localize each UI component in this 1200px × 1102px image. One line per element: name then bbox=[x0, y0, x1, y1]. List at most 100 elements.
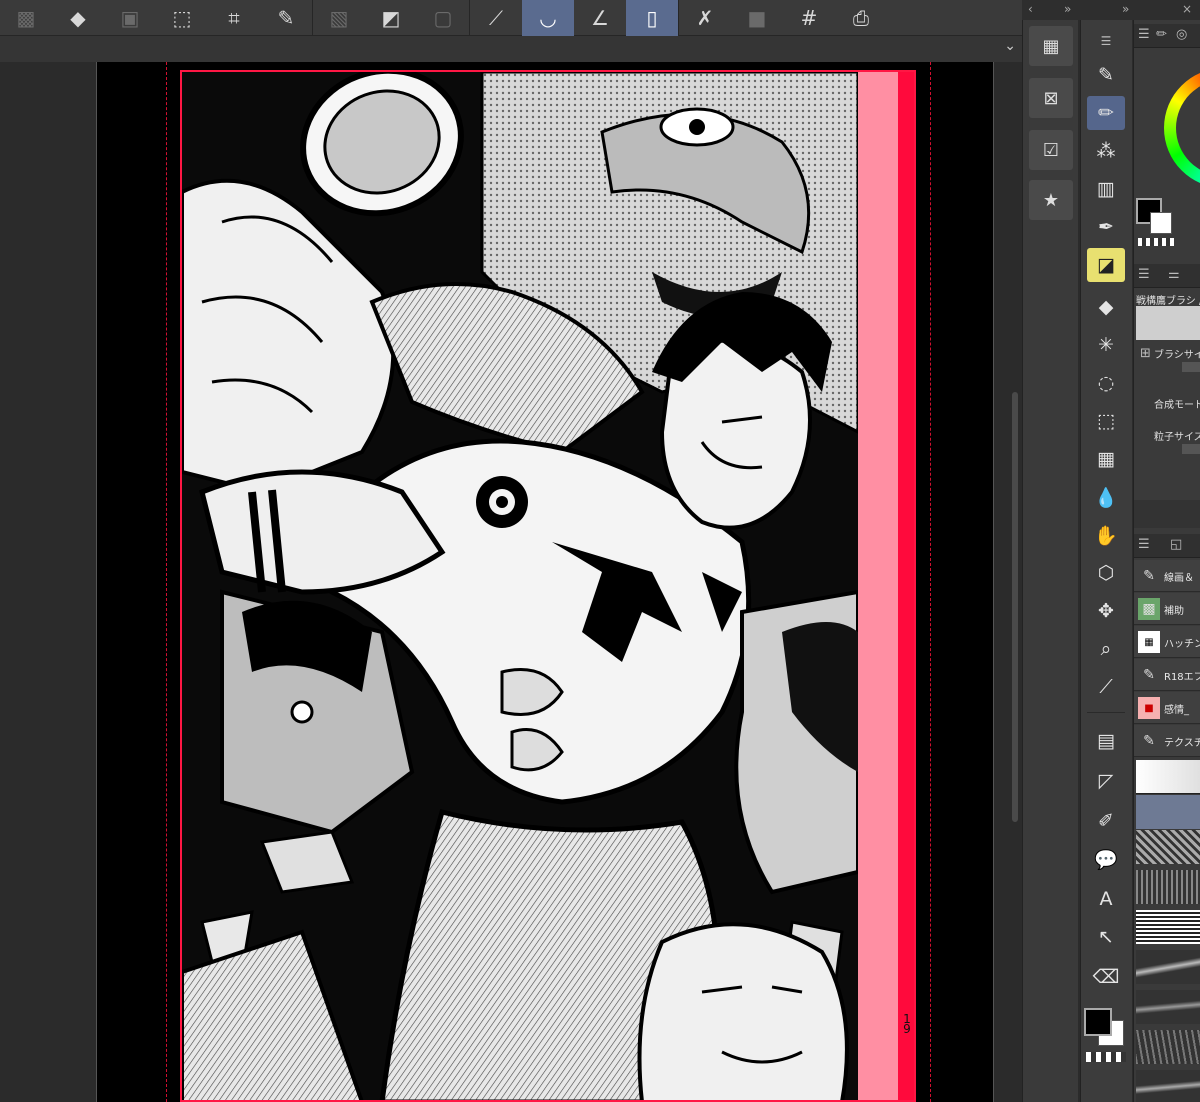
layer-row[interactable]: ✎ R18エフ bbox=[1134, 659, 1200, 691]
zoom-icon[interactable]: ⌕ bbox=[1087, 632, 1125, 666]
eraser-icon[interactable]: ⌫ bbox=[1087, 960, 1125, 994]
grid-icon[interactable]: # bbox=[783, 0, 835, 36]
layer-row[interactable]: ■ 感情_ bbox=[1134, 692, 1200, 724]
page-number: 19 bbox=[903, 1012, 911, 1036]
chevron-down-icon[interactable]: ⌄ bbox=[1004, 38, 1016, 54]
object-select-icon[interactable]: ↖ bbox=[1087, 920, 1125, 954]
layer-name: 線画＆ bbox=[1164, 573, 1194, 584]
fill-icon[interactable]: ◆ bbox=[52, 0, 104, 36]
vertical-scrollbar[interactable] bbox=[1012, 392, 1018, 822]
material-icon[interactable]: ▦ bbox=[1029, 26, 1073, 66]
app-window: ▩ ◆ ▣ ⬚ ⌗ ✎ ▧ ◩ ▢ ⟋ ◡ ∠ ▯ ✗ ■ # ⎙ ⌄ 1 9 … bbox=[0, 0, 1200, 1102]
print-icon[interactable]: ⎙ bbox=[835, 0, 887, 36]
collapse-icon-2[interactable]: » bbox=[1122, 2, 1129, 16]
eyedropper-icon[interactable]: ⟋ bbox=[1087, 670, 1125, 704]
layer-row[interactable]: ✎ テクスチ bbox=[1134, 725, 1200, 757]
panel-menu-icon[interactable]: ☰ bbox=[1138, 537, 1150, 552]
mini-transparent-color[interactable] bbox=[1138, 238, 1174, 246]
brush-thumb[interactable] bbox=[1136, 950, 1200, 984]
sliders-icon[interactable]: ⚌ bbox=[1168, 267, 1180, 282]
selection-rect-icon[interactable]: ⬚ bbox=[1087, 404, 1125, 438]
layer-row[interactable]: ▩ 補助 bbox=[1134, 593, 1200, 625]
angle-icon[interactable]: ∠ bbox=[574, 0, 626, 36]
gradient-icon[interactable]: ■ bbox=[731, 0, 783, 36]
frame-icon[interactable]: ▢ bbox=[417, 0, 469, 36]
tone-icon[interactable]: ◩ bbox=[365, 0, 417, 36]
brush-thumb[interactable] bbox=[1136, 1070, 1200, 1102]
transparent-color[interactable] bbox=[1086, 1052, 1126, 1062]
crop-icon[interactable]: ⌗ bbox=[208, 0, 260, 36]
brush-thumb[interactable] bbox=[1136, 910, 1200, 944]
close-icon[interactable]: × bbox=[1182, 2, 1192, 16]
transform-icon[interactable]: ▣ bbox=[104, 0, 156, 36]
layer-row[interactable]: ✎ 線画＆ bbox=[1134, 560, 1200, 592]
layer-row[interactable]: ▦ ハッチング bbox=[1134, 626, 1200, 658]
move-icon[interactable]: ✥ bbox=[1087, 594, 1125, 628]
ruler-icon[interactable]: ⟋ bbox=[470, 0, 522, 36]
nav-left-icon[interactable]: ‹ bbox=[1028, 2, 1033, 16]
tool-divider bbox=[1087, 712, 1125, 713]
panel-tool-icon[interactable]: ▤ bbox=[1087, 724, 1125, 758]
ruler-tool-icon[interactable]: ◸ bbox=[1087, 764, 1125, 798]
layer-name: ハッチング bbox=[1164, 639, 1200, 650]
blur-tool-icon[interactable]: 💧 bbox=[1087, 480, 1125, 514]
text-tool-icon[interactable]: A bbox=[1087, 882, 1125, 916]
brush-name: 戦構鷹ブラシ / bbox=[1136, 296, 1200, 307]
color-swatch[interactable] bbox=[1082, 1006, 1132, 1070]
free-transform-icon[interactable]: ⬚ bbox=[156, 0, 208, 36]
pen-icon[interactable]: ✎ bbox=[260, 0, 312, 36]
particle-size-label: 粒子サイズ bbox=[1154, 432, 1200, 443]
color-wheel-icon[interactable]: ◎ bbox=[1176, 27, 1187, 42]
vector-pen-icon[interactable]: ✐ bbox=[1087, 804, 1125, 838]
pen-tool-icon[interactable]: ✎ bbox=[1087, 58, 1125, 92]
brush-thumb[interactable] bbox=[1136, 990, 1200, 1024]
layer-panel-header: ☰ ◱ bbox=[1134, 534, 1200, 558]
brush-icon[interactable]: ◡ bbox=[522, 0, 574, 36]
select-all-icon[interactable]: ▩ bbox=[0, 0, 52, 36]
3d-object-icon[interactable]: ⬡ bbox=[1087, 556, 1125, 590]
effect-icon[interactable]: ✗ bbox=[679, 0, 731, 36]
layer-delete-icon[interactable]: ⊠ bbox=[1029, 78, 1073, 118]
pen-icon: ✎ bbox=[1143, 733, 1155, 749]
blend-tool-icon[interactable]: ◪ bbox=[1087, 248, 1125, 282]
layer-icon[interactable]: ◱ bbox=[1170, 537, 1182, 552]
brush-thumb[interactable] bbox=[1136, 760, 1200, 794]
expand-icon[interactable]: ⊞ bbox=[1140, 346, 1151, 361]
page-frame bbox=[180, 70, 916, 1102]
ink-pen-tool-icon[interactable]: ✒ bbox=[1087, 210, 1125, 244]
frame-tool-icon[interactable]: ▦ bbox=[1087, 442, 1125, 476]
layer-name: 補助 bbox=[1164, 606, 1184, 617]
layer-name: 感情_ bbox=[1164, 705, 1189, 716]
magic-wand-icon[interactable]: ✳ bbox=[1087, 328, 1125, 362]
brush-thumb[interactable] bbox=[1136, 830, 1200, 864]
palette-menu-icon[interactable]: ☰ bbox=[1087, 24, 1125, 58]
canvas-area[interactable]: 19 bbox=[0, 62, 1022, 1102]
hand-icon[interactable]: ✋ bbox=[1087, 518, 1125, 552]
gradient-tool-icon[interactable]: ▥ bbox=[1087, 172, 1125, 206]
panel-menu-icon[interactable]: ☰ bbox=[1138, 267, 1150, 282]
panel-tabs: ‹ » » × bbox=[1022, 0, 1200, 20]
brush-thumb-selected[interactable] bbox=[1136, 795, 1200, 829]
layer-name: R18エフ bbox=[1164, 672, 1200, 683]
favorite-icon[interactable]: ★ bbox=[1029, 180, 1073, 220]
tablet-icon[interactable]: ▯ bbox=[626, 0, 678, 36]
fill-tool-icon[interactable]: ◆ bbox=[1087, 290, 1125, 324]
lasso-icon[interactable]: ◌ bbox=[1087, 366, 1125, 400]
balloon-icon[interactable]: 💬 bbox=[1087, 842, 1125, 876]
brush-thumb[interactable] bbox=[1136, 1030, 1200, 1064]
panel-menu-icon[interactable]: ☰ bbox=[1138, 27, 1150, 42]
layer-edit-icon[interactable]: ☑ bbox=[1029, 130, 1073, 170]
pencil-tool-icon[interactable]: ✏ bbox=[1087, 96, 1125, 130]
mini-background-color[interactable] bbox=[1150, 212, 1172, 234]
brush-size-slider[interactable] bbox=[1182, 362, 1200, 372]
tool-property-header: ☰ ⚌ bbox=[1134, 264, 1200, 288]
airbrush-tool-icon[interactable]: ⁂ bbox=[1087, 134, 1125, 168]
foreground-color[interactable] bbox=[1084, 1008, 1112, 1036]
hatch-icon[interactable]: ▧ bbox=[313, 0, 365, 36]
collapse-icon[interactable]: » bbox=[1064, 2, 1071, 16]
particle-size-slider[interactable] bbox=[1182, 444, 1200, 454]
layer-name: テクスチ bbox=[1164, 738, 1200, 749]
blend-mode-label: 合成モード bbox=[1154, 400, 1200, 411]
brush-size-icon[interactable]: ✏ bbox=[1156, 27, 1167, 42]
brush-thumb[interactable] bbox=[1136, 870, 1200, 904]
